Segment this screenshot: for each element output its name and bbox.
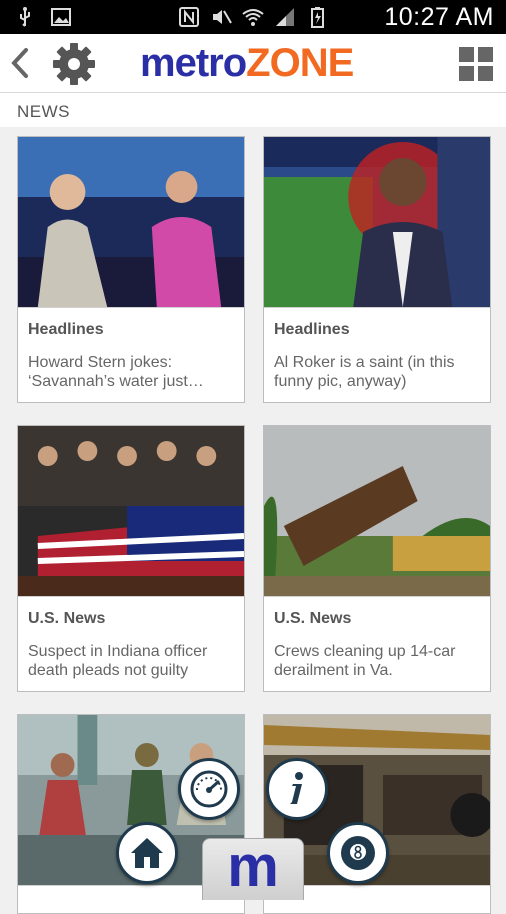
speedometer-button[interactable]: [178, 758, 240, 820]
battery-icon: [311, 7, 324, 28]
card-thumbnail: [18, 426, 244, 597]
status-bar: 10:27 AM: [0, 0, 506, 34]
app-header: metroZONE: [0, 34, 506, 93]
card-headline: Howard Stern jokes: ‘Savannah’s water ju…: [28, 354, 204, 390]
card-category: Headlines: [274, 321, 350, 338]
info-button[interactable]: [266, 758, 328, 820]
news-card[interactable]: Headlines Al Roker is a saint (in this f…: [263, 136, 491, 403]
news-card[interactable]: U.S. News Suspect in Indiana officer dea…: [17, 425, 245, 692]
image-icon: [51, 8, 71, 26]
back-icon[interactable]: [4, 44, 38, 82]
metro-home-tab[interactable]: m: [202, 833, 304, 900]
app-logo: metroZONE: [140, 39, 354, 87]
usb-icon: [20, 7, 30, 27]
eight-ball-button[interactable]: [327, 822, 389, 884]
news-card[interactable]: U.S. News Crews cleaning up 14-car derai…: [263, 425, 491, 692]
card-headline: Al Roker is a saint (in this funny pic, …: [274, 354, 455, 390]
card-headline: Suspect in Indiana officer death pleads …: [28, 643, 208, 679]
eight-ball-icon: [341, 836, 375, 870]
section-title: NEWS: [17, 102, 70, 121]
card-category: U.S. News: [28, 610, 106, 627]
section-header: NEWS: [0, 93, 506, 127]
speedometer-icon: [190, 770, 228, 808]
card-category: U.S. News: [274, 610, 352, 627]
mute-icon: [213, 10, 232, 24]
card-thumbnail: [264, 426, 490, 597]
info-icon: [290, 772, 303, 804]
home-icon: [131, 838, 163, 868]
signal-icon: [276, 8, 294, 26]
clock: 10:27 AM: [384, 3, 494, 31]
card-category: Headlines: [28, 321, 104, 338]
card-thumbnail: [264, 137, 490, 308]
logo-metro: metro: [140, 41, 247, 85]
nfc-icon: [179, 7, 199, 27]
news-card[interactable]: Headlines Howard Stern jokes: ‘Savannah’…: [17, 136, 245, 403]
wifi-icon: [242, 9, 264, 26]
grid-menu-icon[interactable]: [458, 46, 494, 82]
home-button[interactable]: [116, 822, 178, 884]
card-headline: Crews cleaning up 14-car derailment in V…: [274, 643, 456, 679]
logo-zone: ZONE: [246, 41, 354, 85]
metro-m-logo: m: [227, 833, 279, 899]
gear-icon[interactable]: [50, 40, 98, 88]
card-thumbnail: [18, 137, 244, 308]
